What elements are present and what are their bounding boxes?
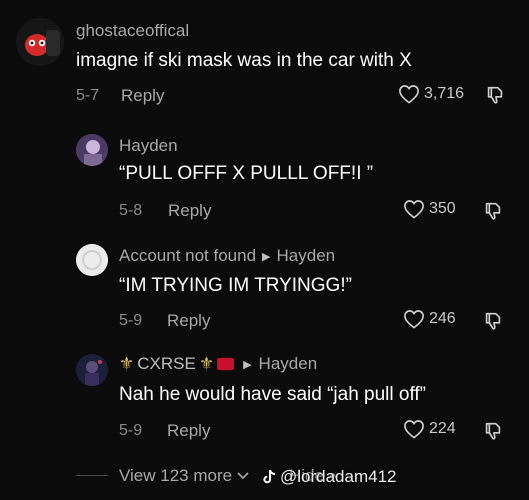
avatar-image <box>76 134 108 166</box>
comment-username[interactable]: Account not found ▶ Hayden <box>119 246 335 266</box>
comment-1: ghostaceoffical imagne if ski mask was i… <box>0 0 529 120</box>
like-count: 246 <box>429 310 456 327</box>
tiktok-icon <box>263 469 276 484</box>
like-button[interactable]: 224 <box>403 419 456 439</box>
arrow-right-icon: ▶ <box>243 358 252 371</box>
reply-button[interactable]: Reply <box>168 201 211 221</box>
heart-icon <box>404 310 424 329</box>
username-text[interactable]: CXRSE <box>137 354 196 374</box>
thumbs-down-icon[interactable] <box>482 420 504 442</box>
heart-icon <box>404 200 424 219</box>
like-count: 3,716 <box>424 85 465 102</box>
username-text[interactable]: ghostaceoffical <box>76 21 189 41</box>
avatar[interactable] <box>76 354 108 386</box>
avatar[interactable] <box>76 134 108 166</box>
avatar-image <box>76 354 108 386</box>
heart-icon <box>399 85 419 104</box>
thumbs-down-icon[interactable] <box>482 200 504 222</box>
watermark-handle: @lordadam412 <box>280 467 397 486</box>
fleur-de-lis-icon: ⚜ <box>198 354 215 373</box>
comment-text: “PULL OFFF X PULLL OFF!I ” <box>119 163 374 184</box>
arrow-right-icon: ▶ <box>262 250 271 263</box>
comment-date: 5-7 <box>76 87 100 104</box>
comment-text: imagne if ski mask was in the car with X <box>76 50 412 71</box>
view-more-button[interactable]: View 123 more <box>119 466 250 486</box>
avatar[interactable] <box>76 244 108 276</box>
comment-username[interactable]: ghostaceoffical <box>76 21 189 41</box>
watermark: @lordadam412 <box>262 467 397 487</box>
reply-button[interactable]: Reply <box>167 421 210 441</box>
comments-footer: View 123 more Hide @lordadam412 <box>0 452 529 500</box>
thumbs-down-icon[interactable] <box>484 84 506 106</box>
avatar-image <box>76 244 108 276</box>
reply-to-username[interactable]: Hayden <box>259 354 318 374</box>
comment-text: Nah he would have said “jah pull off” <box>119 384 427 405</box>
flag-icon <box>217 358 235 370</box>
like-button[interactable]: 246 <box>403 309 456 329</box>
username-text[interactable]: Hayden <box>119 136 178 156</box>
comment-username[interactable]: Hayden <box>119 136 178 156</box>
comment-date: 5-8 <box>119 202 143 219</box>
like-button[interactable]: 350 <box>403 199 456 219</box>
like-button[interactable]: 3,716 <box>398 84 464 104</box>
thumbs-down-icon[interactable] <box>482 310 504 332</box>
username-text[interactable]: Account not found <box>119 246 256 266</box>
like-count: 224 <box>429 420 456 437</box>
comment-2: Hayden “PULL OFFF X PULLL OFF!I ” 5-8 Re… <box>0 120 529 230</box>
avatar[interactable] <box>16 18 64 66</box>
comment-4: ⚜ CXRSE ⚜ ▶ Hayden Nah he would have sai… <box>0 340 529 452</box>
reply-button[interactable]: Reply <box>167 311 210 331</box>
fleur-de-lis-icon: ⚜ <box>119 354 135 373</box>
divider-line <box>76 475 108 476</box>
comment-text: “IM TRYING IM TRYINGG!” <box>119 275 352 296</box>
comment-3: Account not found ▶ Hayden “IM TRYING IM… <box>0 230 529 340</box>
comment-date: 5-9 <box>119 312 143 329</box>
chevron-down-icon <box>237 472 249 480</box>
reply-to-username[interactable]: Hayden <box>277 246 336 266</box>
like-count: 350 <box>429 200 456 217</box>
comment-date: 5-9 <box>119 422 143 439</box>
comment-username[interactable]: ⚜ CXRSE ⚜ ▶ Hayden <box>119 354 317 374</box>
avatar-image <box>16 18 64 66</box>
reply-button[interactable]: Reply <box>121 86 164 106</box>
view-more-label[interactable]: View 123 more <box>119 466 232 486</box>
heart-icon <box>404 420 424 439</box>
